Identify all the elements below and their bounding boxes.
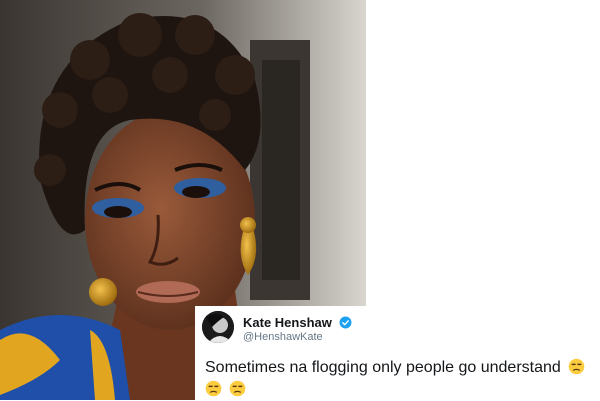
unamused-face-icon bbox=[568, 358, 585, 375]
unamused-face-icon bbox=[205, 380, 222, 397]
tweet-body: Sometimes na flogging only people go und… bbox=[205, 359, 561, 376]
display-name[interactable]: Kate Henshaw bbox=[243, 315, 352, 330]
avatar[interactable] bbox=[202, 311, 234, 343]
tweet-card: Kate Henshaw @HenshawKate Sometimes na f… bbox=[195, 306, 600, 400]
tweet-text: Sometimes na flogging only people go und… bbox=[205, 357, 600, 401]
user-handle[interactable]: @HenshawKate bbox=[243, 331, 323, 343]
unamused-face-icon bbox=[230, 380, 246, 397]
display-name-text[interactable]: Kate Henshaw bbox=[243, 315, 332, 330]
verified-badge-icon bbox=[339, 316, 351, 329]
